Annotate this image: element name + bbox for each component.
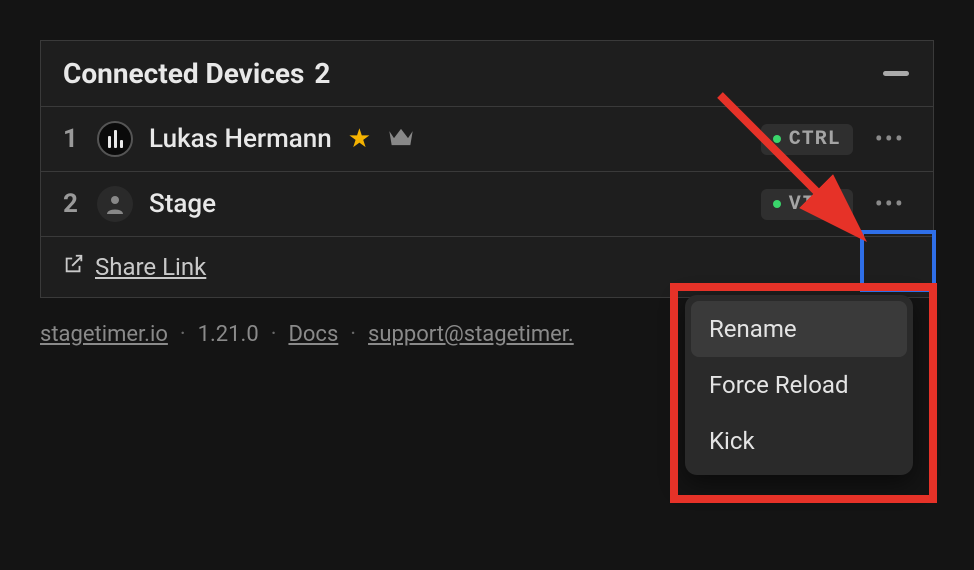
share-link[interactable]: Share Link bbox=[95, 253, 206, 281]
device-row: 2 Stage VIEW ••• bbox=[41, 172, 933, 237]
avatar bbox=[97, 121, 133, 157]
panel-title: Connected Devices 2 bbox=[63, 57, 330, 90]
footer-docs-link[interactable]: Docs bbox=[288, 322, 338, 347]
menu-item-rename[interactable]: Rename bbox=[691, 301, 907, 357]
panel-title-label: Connected Devices bbox=[63, 57, 304, 90]
role-badge-view: VIEW bbox=[761, 189, 853, 220]
menu-item-kick[interactable]: Kick bbox=[691, 413, 907, 469]
separator: · bbox=[350, 322, 356, 347]
footer-version: 1.21.0 bbox=[198, 322, 259, 347]
role-badge-ctrl: CTRL bbox=[761, 124, 853, 155]
row-index: 2 bbox=[63, 189, 81, 219]
row-index: 1 bbox=[63, 124, 81, 154]
separator: · bbox=[271, 322, 277, 347]
device-name: Stage bbox=[149, 189, 216, 219]
star-icon[interactable]: ★ bbox=[348, 124, 371, 154]
status-dot-icon bbox=[773, 200, 781, 208]
panel-title-count: 2 bbox=[314, 57, 330, 90]
connected-devices-panel: Connected Devices 2 1 Lukas Hermann ★ CT… bbox=[40, 40, 934, 298]
share-icon bbox=[63, 253, 85, 281]
separator: · bbox=[180, 322, 186, 347]
share-row: Share Link bbox=[41, 237, 933, 297]
context-menu: Rename Force Reload Kick bbox=[685, 295, 913, 475]
footer-site-link[interactable]: stagetimer.io bbox=[40, 322, 168, 347]
panel-header: Connected Devices 2 bbox=[41, 41, 933, 107]
menu-item-force-reload[interactable]: Force Reload bbox=[691, 357, 907, 413]
crown-icon bbox=[387, 126, 415, 152]
footer-support-link[interactable]: support@stagetimer. bbox=[368, 322, 574, 347]
collapse-button[interactable] bbox=[881, 59, 911, 89]
badge-label: CTRL bbox=[789, 128, 841, 151]
avatar bbox=[97, 186, 133, 222]
row-menu-button[interactable]: ••• bbox=[869, 186, 911, 222]
logo-bars-icon bbox=[108, 130, 123, 148]
minus-icon bbox=[883, 71, 909, 76]
badge-label: VIEW bbox=[789, 193, 841, 216]
person-icon bbox=[103, 192, 127, 216]
row-menu-button[interactable]: ••• bbox=[869, 121, 911, 157]
device-name: Lukas Hermann bbox=[149, 124, 332, 154]
device-row: 1 Lukas Hermann ★ CTRL ••• bbox=[41, 107, 933, 172]
status-dot-icon bbox=[773, 135, 781, 143]
